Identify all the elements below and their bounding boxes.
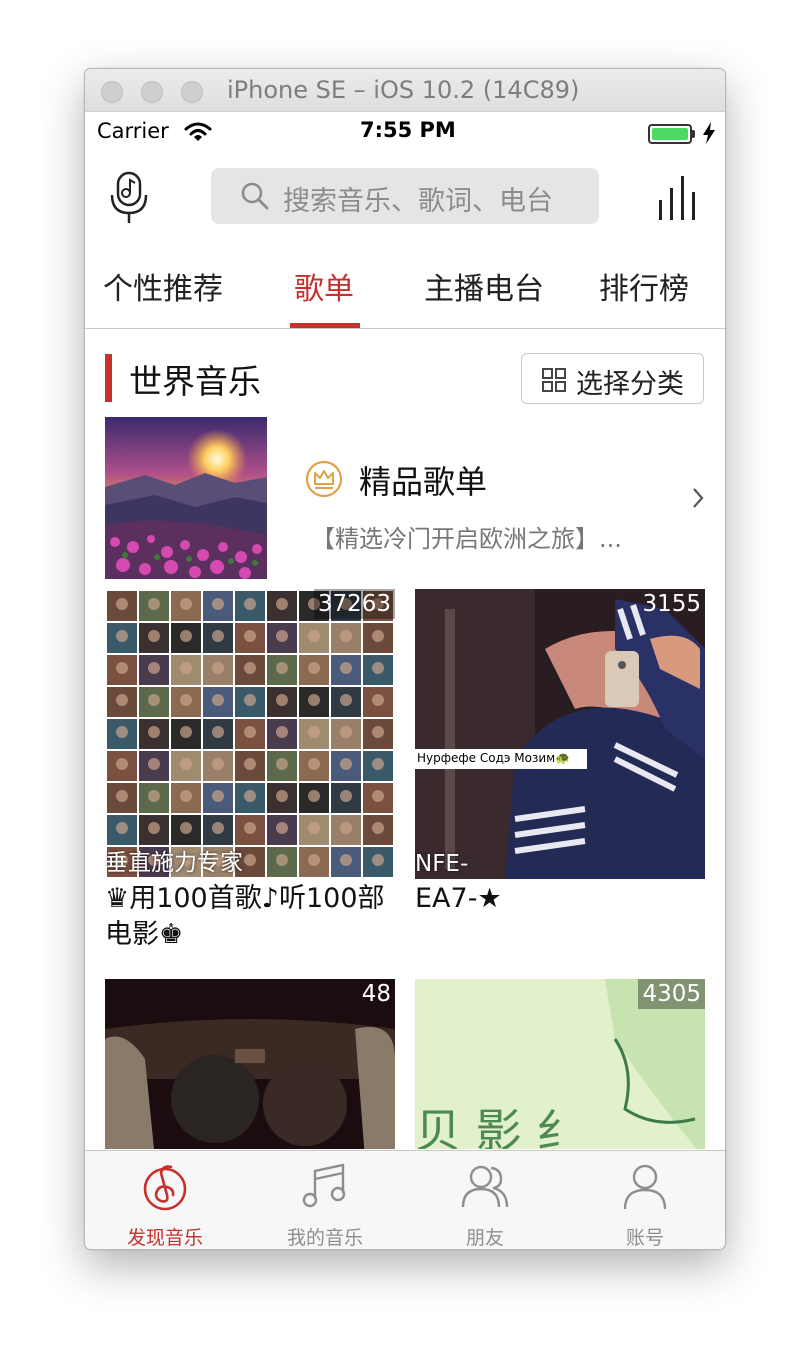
nav-bar: 搜索音乐、歌词、电台 — [85, 152, 725, 242]
netease-music-icon — [143, 1165, 187, 1211]
window-titlebar: iPhone SE – iOS 10.2 (14C89) — [85, 69, 725, 112]
clock: 7:55 PM — [360, 118, 456, 142]
zoom-window-button[interactable] — [181, 81, 203, 103]
selfie-image — [415, 589, 705, 879]
microphone-icon[interactable] — [109, 171, 149, 225]
category-tabs: 个性推荐 歌单 主播电台 排行榜 — [85, 242, 725, 329]
tabbar-label: 账号 — [625, 1227, 664, 1249]
section-header: 世界音乐 选择分类 — [85, 341, 725, 413]
creator-name: NFE- — [415, 851, 469, 877]
crown-icon — [305, 460, 343, 498]
creator-name: 垂直施力专家 — [105, 850, 243, 876]
section-marker — [105, 354, 112, 402]
tab-personal-recommend[interactable]: 个性推荐 — [103, 264, 223, 308]
window-title: iPhone SE – iOS 10.2 (14C89) — [227, 76, 580, 104]
carrier-label: Carrier — [97, 119, 169, 143]
tab-playlists[interactable]: 歌单 — [294, 264, 354, 308]
chevron-right-icon — [693, 488, 704, 508]
battery-tip — [692, 130, 695, 138]
grid-icon — [542, 368, 566, 392]
select-category-button[interactable]: 选择分类 — [521, 353, 704, 404]
car-interior-image — [105, 979, 395, 1149]
featured-subtitle: 【精选冷门开启欧洲之旅】... — [311, 525, 622, 553]
playlist-cover: 3155 Нурфефе Содэ Мозим🐢 NFE- — [415, 589, 705, 879]
select-category-label: 选择分类 — [576, 369, 684, 400]
featured-title: 精品歌单 — [359, 463, 488, 501]
battery-icon — [648, 124, 692, 144]
simulator-window: iPhone SE – iOS 10.2 (14C89) Carrier 7:5… — [84, 68, 726, 1250]
bottom-tab-bar: 发现音乐 我的音乐 朋友 账号 — [85, 1150, 725, 1249]
minimize-window-button[interactable] — [141, 81, 163, 103]
playlist-cover: 48 — [105, 979, 395, 1149]
search-input[interactable]: 搜索音乐、歌词、电台 — [211, 168, 599, 224]
tabbar-label: 我的音乐 — [286, 1227, 363, 1249]
active-tab-indicator — [290, 323, 360, 328]
playlist-cover: 37263 垂直施力专家 — [105, 589, 395, 879]
section-title: 世界音乐 — [129, 362, 261, 401]
featured-cover-image — [105, 417, 267, 579]
close-window-button[interactable] — [101, 81, 123, 103]
status-bar: Carrier 7:55 PM — [85, 112, 725, 152]
tabbar-item-discover-music[interactable]: 发现音乐 — [85, 1151, 245, 1249]
play-count: 48 — [361, 981, 391, 1007]
charging-bolt-icon — [703, 122, 715, 144]
tab-charts[interactable]: 排行榜 — [599, 264, 689, 308]
svg-text:贝 影 纟: 贝 影 纟 — [415, 1104, 582, 1149]
now-playing-icon[interactable] — [657, 176, 703, 220]
play-count: 37263 — [313, 589, 395, 619]
tabbar-item-account[interactable]: 账号 — [565, 1151, 725, 1249]
cover-sticker-text: Нурфефе Содэ Мозим🐢 — [417, 751, 571, 765]
play-count: 3155 — [642, 591, 701, 617]
movie-collage-image — [105, 589, 395, 879]
tabbar-label: 发现音乐 — [126, 1227, 203, 1249]
tabbar-item-my-music[interactable]: 我的音乐 — [245, 1151, 405, 1249]
account-icon — [623, 1164, 667, 1210]
tab-anchor-radio[interactable]: 主播电台 — [424, 264, 544, 308]
tabbar-label: 朋友 — [465, 1227, 504, 1249]
playlist-grid: 37263 垂直施力专家 ♛用100首歌♪听100部电影♚ 3155 Нурфе… — [85, 589, 725, 1149]
featured-playlist[interactable]: 精品歌单 【精选冷门开启欧洲之旅】... — [85, 417, 725, 579]
play-count: 4305 — [638, 979, 705, 1009]
playlist-title: EA7-★ — [415, 883, 502, 914]
search-icon — [241, 182, 269, 210]
playlist-cover: 贝 影 纟 4305 — [415, 979, 705, 1149]
tabbar-item-friends[interactable]: 朋友 — [405, 1151, 565, 1249]
friends-icon — [461, 1165, 509, 1208]
battery-level — [652, 128, 688, 140]
playlist-title: ♛用100首歌♪听100部电影♚ — [105, 883, 385, 950]
wifi-icon — [184, 122, 212, 141]
music-note-icon — [302, 1163, 346, 1208]
search-placeholder: 搜索音乐、歌词、电台 — [283, 186, 553, 217]
